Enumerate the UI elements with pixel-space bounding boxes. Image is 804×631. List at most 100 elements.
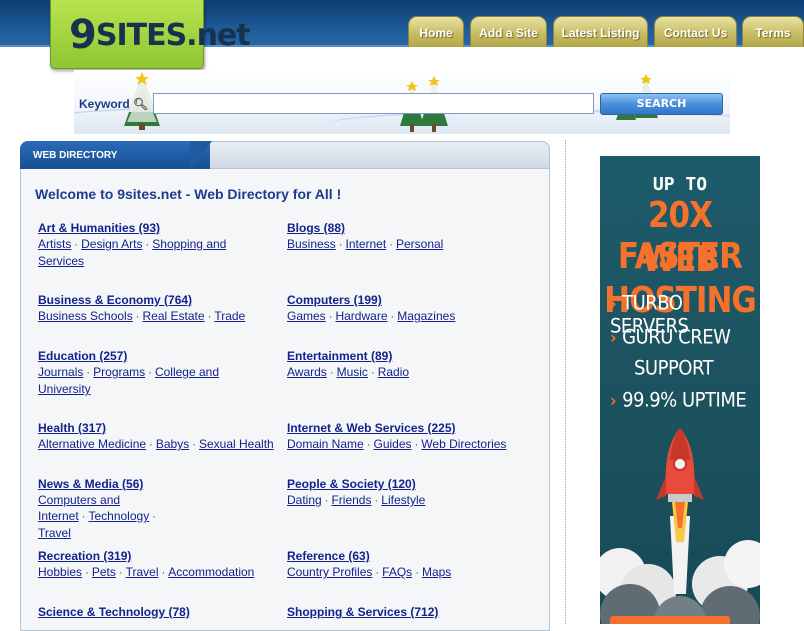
- subcategory-link[interactable]: Domain Name: [287, 437, 364, 451]
- subcategory-list: Games · Hardware · Magazines: [287, 309, 455, 323]
- nav-contact-us[interactable]: Contact Us: [654, 16, 737, 47]
- subcategory-link[interactable]: Guides: [373, 437, 411, 451]
- category-block: Health (317) Alternative Medicine · Babys…: [38, 420, 286, 453]
- category-link[interactable]: Reference (63): [287, 549, 370, 563]
- column-divider: [565, 140, 566, 624]
- category-block: Shopping & Services (712): [287, 604, 537, 620]
- subcategory-list: Awards · Music · Radio: [287, 365, 409, 379]
- subcategory-link[interactable]: Pets: [92, 565, 116, 579]
- search-button[interactable]: SEARCH: [600, 93, 723, 115]
- subcategory-list: Hobbies · Pets · Travel · Accommodation: [38, 565, 254, 579]
- subcategory-link[interactable]: Maps: [422, 565, 451, 579]
- separator-dot: ·: [83, 367, 94, 379]
- ad-feature-guru: › GURU CREW: [610, 326, 731, 349]
- subcategory-link[interactable]: Web Directories: [421, 437, 506, 451]
- category-block: Art & Humanities (93) Artists · Design Ar…: [38, 220, 238, 269]
- category-block: Recreation (319) Hobbies · Pets · Travel …: [38, 548, 278, 581]
- category-link[interactable]: Shopping & Services (712): [287, 605, 438, 619]
- category-link[interactable]: News & Media (56): [38, 477, 143, 491]
- subcategory-link[interactable]: Travel: [38, 526, 71, 540]
- separator-dot: ·: [372, 567, 383, 579]
- subcategory-link[interactable]: Hardware: [335, 309, 387, 323]
- subcategory-link[interactable]: Sexual Health: [199, 437, 274, 451]
- category-block: People & Society (120) Dating · Friends ·…: [287, 476, 537, 509]
- subcategory-link[interactable]: Alternative Medicine: [38, 437, 146, 451]
- subcategory-link[interactable]: Programs: [93, 365, 145, 379]
- category-title-wrap: Education (257): [38, 348, 248, 364]
- category-title-wrap: Blogs (88): [287, 220, 545, 236]
- subcategory-link[interactable]: Trade: [214, 309, 245, 323]
- category-link[interactable]: People & Society (120): [287, 477, 416, 491]
- subcategory-link[interactable]: Friends: [331, 493, 371, 507]
- separator-dot: ·: [71, 239, 82, 251]
- keyword-label: Keyword 🔍︎: [79, 97, 148, 111]
- subcategory-link[interactable]: Games: [287, 309, 326, 323]
- subcategory-link[interactable]: Awards: [287, 365, 327, 379]
- subcategory-link[interactable]: Artists: [38, 237, 71, 251]
- subcategory-list: Business · Internet · Personal: [287, 237, 443, 251]
- separator-dot: ·: [326, 367, 337, 379]
- nav-latest-listing[interactable]: Latest Listing: [553, 16, 648, 47]
- subcategory-link[interactable]: FAQs: [382, 565, 412, 579]
- hosting-ad-banner[interactable]: UP TO 20X FASTER WEB HOSTING › TURBO SERV…: [600, 156, 760, 624]
- subcategory-link[interactable]: Magazines: [397, 309, 455, 323]
- nav-add-a-site[interactable]: Add a Site: [470, 16, 547, 47]
- subcategory-link[interactable]: Accommodation: [168, 565, 254, 579]
- category-link[interactable]: Blogs (88): [287, 221, 345, 235]
- search-icon: 🔍︎: [133, 97, 149, 111]
- subcategory-link[interactable]: Dating: [287, 493, 322, 507]
- subcategory-link[interactable]: Journals: [38, 365, 83, 379]
- subcategory-link[interactable]: Business: [287, 237, 336, 251]
- subcategory-link[interactable]: Design Arts: [81, 237, 142, 251]
- subcategory-list: Alternative Medicine · Babys · Sexual He…: [38, 437, 274, 451]
- subcategory-link[interactable]: Technology: [88, 509, 149, 523]
- subcategory-link[interactable]: Babys: [156, 437, 189, 451]
- subcategory-link[interactable]: Real Estate: [143, 309, 205, 323]
- subcategory-list: Artists · Design Arts · Shopping and Ser…: [38, 237, 226, 268]
- subcategory-link[interactable]: Business Schools: [38, 309, 133, 323]
- category-link[interactable]: Education (257): [38, 349, 127, 363]
- subcategory-link[interactable]: Travel: [126, 565, 159, 579]
- subcategory-list: Dating · Friends · Lifestyle: [287, 493, 425, 507]
- ad-cta-button[interactable]: [610, 616, 730, 624]
- subcategory-link[interactable]: Country Profiles: [287, 565, 372, 579]
- category-link[interactable]: Art & Humanities (93): [38, 221, 160, 235]
- category-title-wrap: People & Society (120): [287, 476, 537, 492]
- subcategory-link[interactable]: Hobbies: [38, 565, 82, 579]
- separator-dot: ·: [149, 511, 156, 523]
- chevron-right-icon: ›: [610, 293, 617, 314]
- subcategory-link[interactable]: Lifestyle: [381, 493, 425, 507]
- subcategory-list: Computers and Internet · Technology · Tr…: [38, 493, 156, 540]
- category-block: Computers (199) Games · Hardware · Magazi…: [287, 292, 525, 325]
- separator-dot: ·: [146, 439, 156, 451]
- category-link[interactable]: Entertainment (89): [287, 349, 392, 363]
- search-input[interactable]: [153, 93, 594, 114]
- site-logo[interactable]: 9SITES.net: [50, 0, 251, 69]
- rocket-icon: [600, 428, 760, 624]
- chevron-right-icon: ›: [610, 390, 617, 411]
- category-title-wrap: Shopping & Services (712): [287, 604, 537, 620]
- category-link[interactable]: Computers (199): [287, 293, 382, 307]
- category-block: Blogs (88) Business · Internet · Personal: [287, 220, 545, 253]
- nav-home[interactable]: Home: [408, 16, 464, 47]
- category-link[interactable]: Internet & Web Services (225): [287, 421, 456, 435]
- subcategory-link[interactable]: Internet: [345, 237, 386, 251]
- category-title-wrap: Entertainment (89): [287, 348, 525, 364]
- nav-terms[interactable]: Terms: [742, 16, 804, 47]
- ad-line-upto: UP TO: [652, 174, 708, 195]
- subcategory-link[interactable]: Music: [337, 365, 368, 379]
- category-title-wrap: Recreation (319): [38, 548, 278, 564]
- category-block: Business & Economy (764) Business Schools…: [38, 292, 280, 325]
- category-title-wrap: Science & Technology (78): [38, 604, 278, 620]
- ad-feature-text: SUPPORT: [634, 356, 714, 381]
- category-link[interactable]: Business & Economy (764): [38, 293, 192, 307]
- category-link[interactable]: Recreation (319): [38, 549, 131, 563]
- subcategory-link[interactable]: Personal: [396, 237, 443, 251]
- subcategory-link[interactable]: Radio: [378, 365, 409, 379]
- category-block: News & Media (56) Computers and Internet …: [38, 476, 158, 541]
- logo-text: 9SITES.net: [69, 12, 251, 58]
- category-title-wrap: Reference (63): [287, 548, 537, 564]
- category-link[interactable]: Health (317): [38, 421, 106, 435]
- category-link[interactable]: Science & Technology (78): [38, 605, 190, 619]
- category-title-wrap: Internet & Web Services (225): [287, 420, 545, 436]
